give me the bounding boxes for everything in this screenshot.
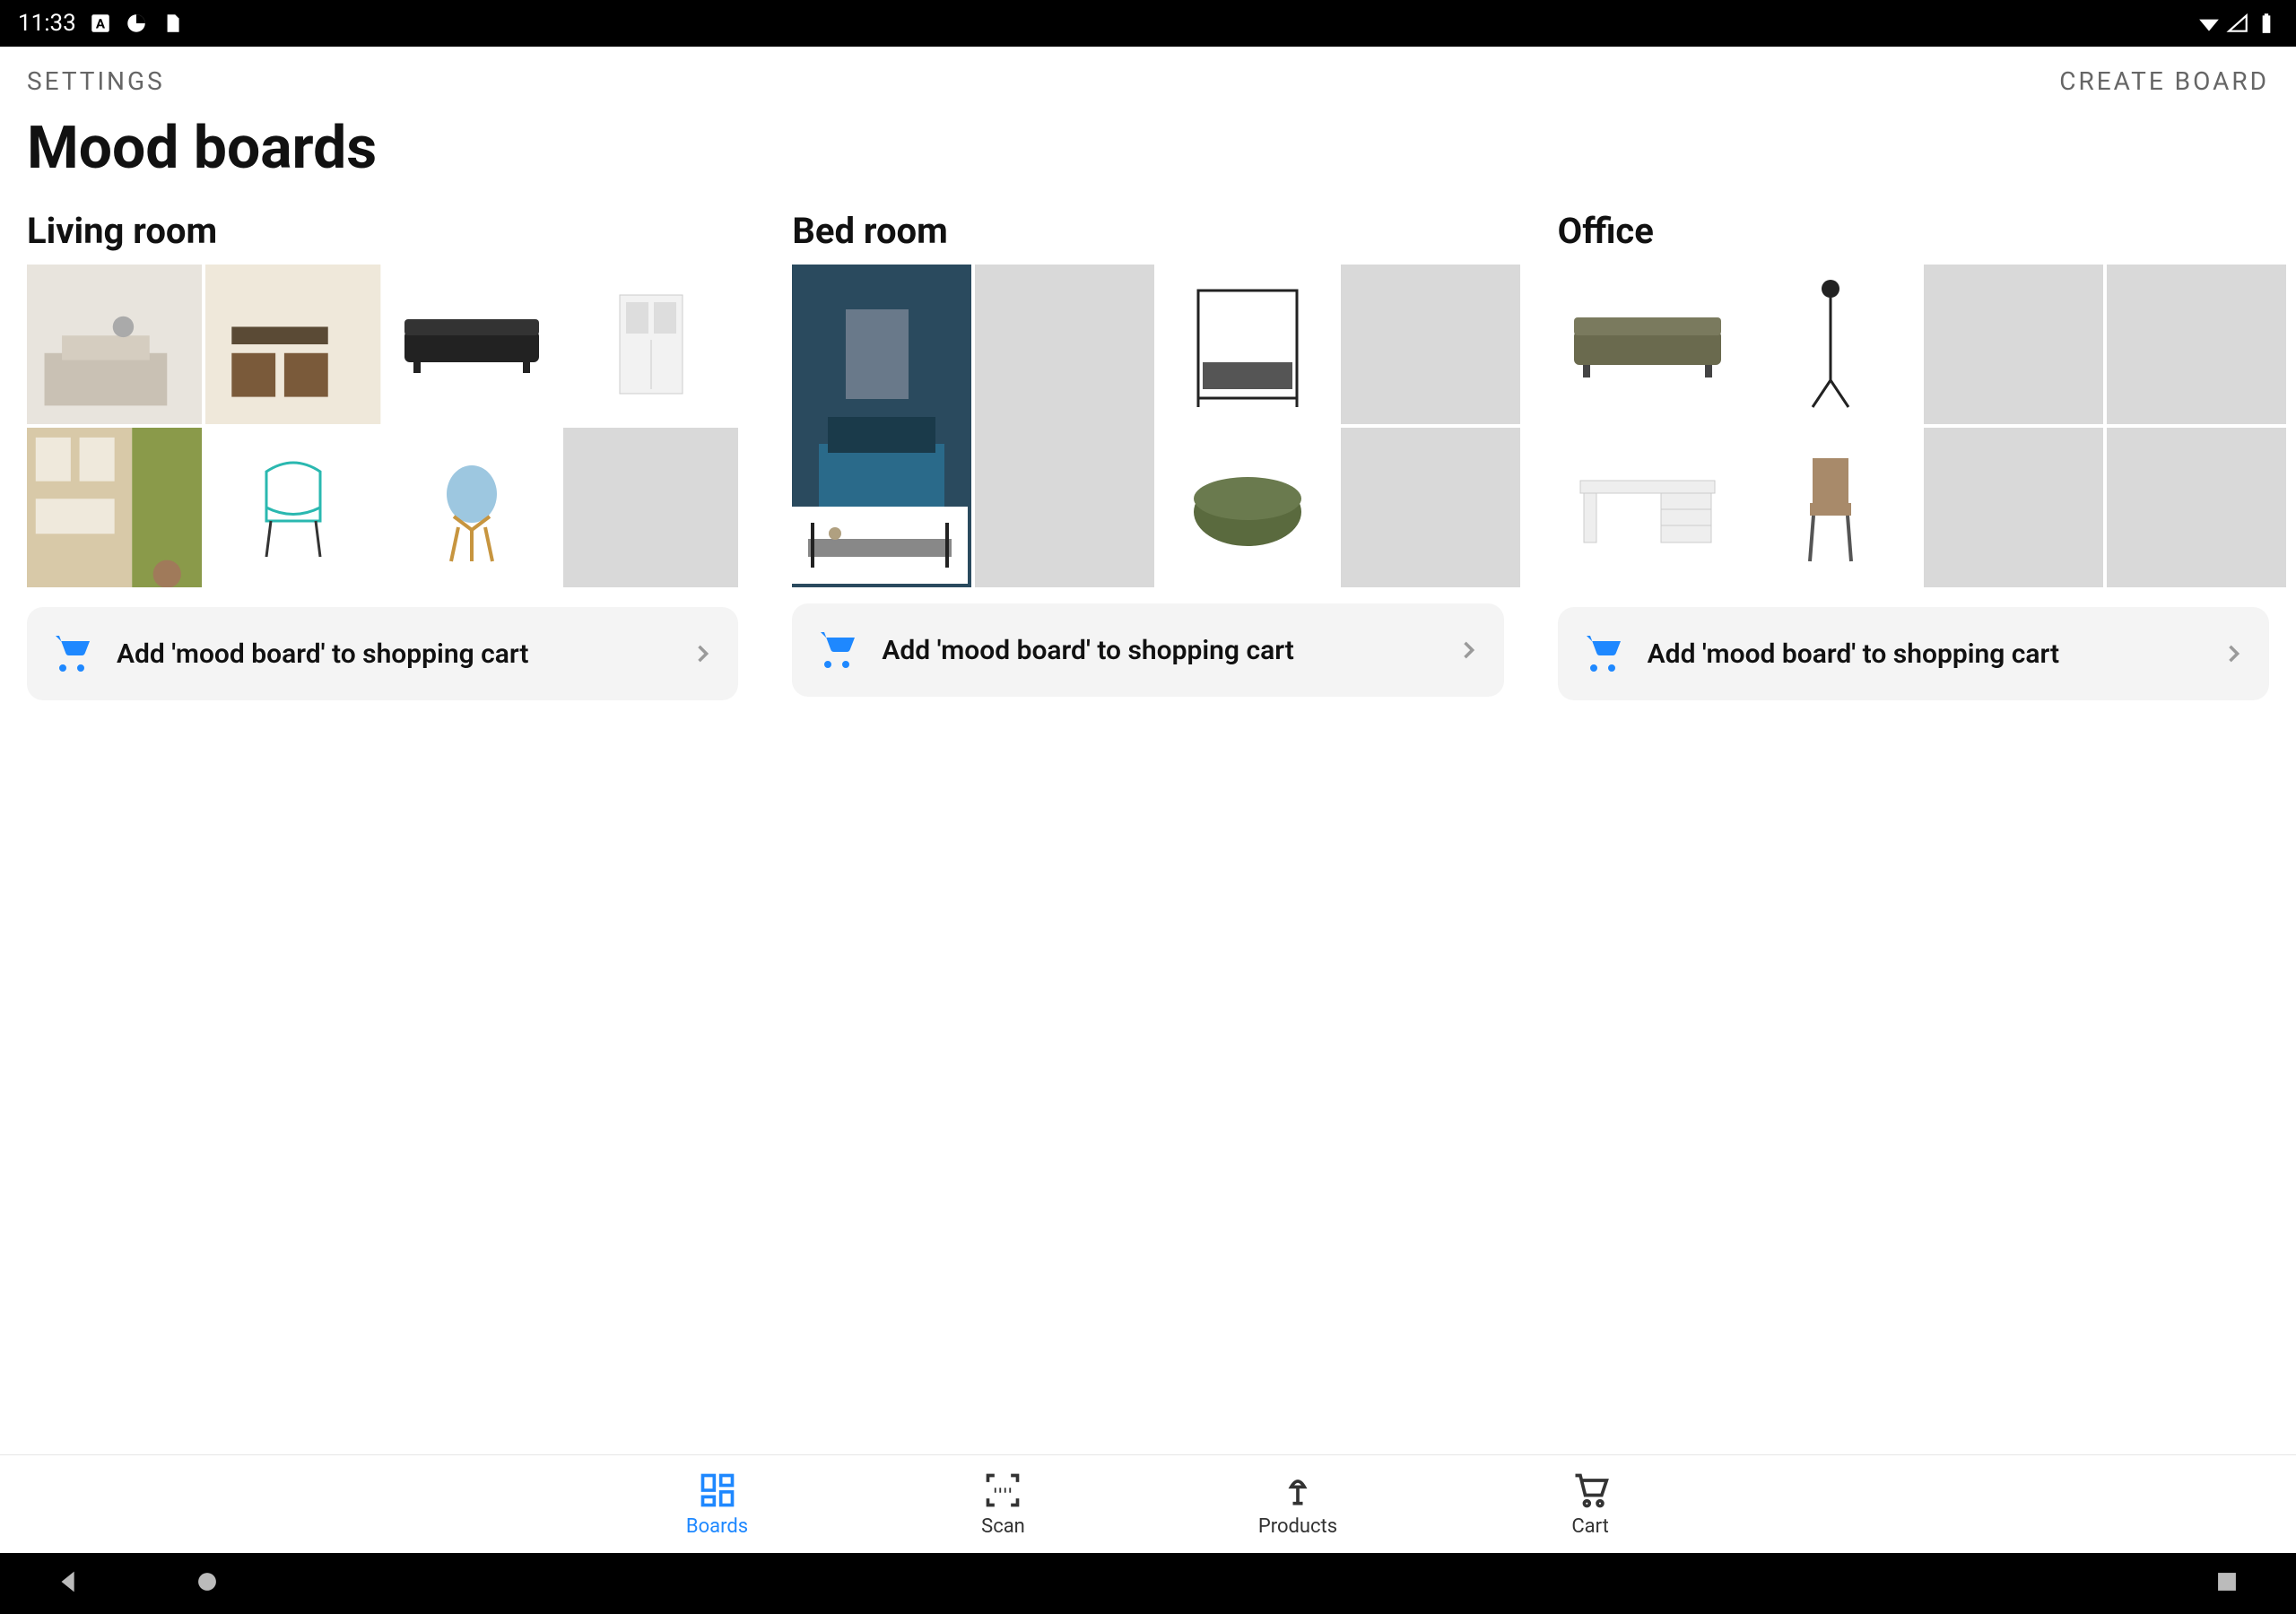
sd-card-icon [161,12,184,35]
cell-signal-icon [2226,12,2249,35]
home-button[interactable] [192,1566,222,1601]
tile-shelf-unit[interactable] [27,428,202,587]
tile-living-room-photo-1[interactable] [27,265,202,424]
board-title: Office [1558,210,2269,252]
tab-products[interactable]: Products [1258,1471,1337,1538]
tile-empty [975,265,1154,587]
cart-icon [50,632,93,675]
chevron-right-icon [690,641,715,666]
page-title: Mood boards [0,105,2296,210]
products-icon [1278,1471,1318,1510]
tile-ottoman-green[interactable] [1158,428,1337,587]
tile-chair-wood[interactable] [1741,428,1920,587]
tile-cabinet-white[interactable] [563,265,738,424]
tab-label: Scan [981,1515,1025,1538]
wifi-icon [2197,12,2221,35]
cart-icon [1570,1471,1610,1510]
tile-desk-white[interactable] [1558,428,1737,587]
add-to-cart-label: Add 'mood board' to shopping cart [117,638,666,670]
cart-icon [815,629,858,672]
header-row: SETTINGS CREATE BOARD [0,47,2296,105]
app-icon-a: A [89,12,112,35]
board-collage [1558,265,2269,587]
tile-chair-teal[interactable] [205,428,380,587]
status-bar: 11:33 A [0,0,2296,47]
add-to-cart-button[interactable]: Add 'mood board' to shopping cart [27,607,738,700]
board-office[interactable]: Office [1558,210,2269,700]
tile-empty [1924,428,2103,587]
tile-empty [1924,265,2103,424]
status-right [2197,12,2278,35]
cart-icon [1581,632,1624,675]
board-title: Living room [27,210,738,252]
tab-boards[interactable]: Boards [686,1471,748,1538]
board-title: Bed room [792,210,1503,252]
add-to-cart-label: Add 'mood board' to shopping cart [882,635,1431,666]
boards-row: Living room [0,210,2296,700]
add-to-cart-button[interactable]: Add 'mood board' to shopping cart [792,603,1503,697]
tile-sofa-olive[interactable] [1558,265,1737,424]
add-to-cart-button[interactable]: Add 'mood board' to shopping cart [1558,607,2269,700]
tile-daybed[interactable] [792,507,968,584]
bottom-tab-bar: Boards Scan Products Cart [0,1454,2296,1553]
tile-floor-lamp[interactable] [1741,265,1920,424]
status-left: 11:33 A [18,10,184,37]
tile-canopy-bed[interactable] [1158,265,1337,424]
tab-label: Cart [1571,1515,1608,1538]
board-living-room[interactable]: Living room [27,210,738,700]
back-button[interactable] [54,1566,84,1601]
android-nav-bar [0,1553,2296,1614]
recent-apps-button[interactable] [2212,1584,2242,1601]
add-to-cart-label: Add 'mood board' to shopping cart [1648,638,2197,670]
tile-empty [563,428,738,587]
tile-empty [2107,428,2286,587]
board-collage [27,265,738,587]
tab-label: Products [1258,1515,1337,1538]
tab-scan[interactable]: Scan [981,1471,1025,1538]
tile-empty [1341,428,1520,587]
chevron-right-icon [2221,641,2246,666]
scan-icon [983,1471,1022,1510]
app-icon-circle [125,12,148,35]
tile-empty [1341,265,1520,424]
settings-button[interactable]: SETTINGS [27,66,165,96]
tab-cart[interactable]: Cart [1570,1471,1610,1538]
boards-icon [698,1471,737,1510]
chevron-right-icon [1456,638,1481,663]
create-board-button[interactable]: CREATE BOARD [2059,66,2269,96]
tab-label: Boards [686,1515,748,1538]
board-bed-room[interactable]: Bed room [792,210,1503,700]
tile-empty [2107,265,2286,424]
tile-living-room-photo-2[interactable] [205,265,380,424]
battery-icon [2255,12,2278,35]
svg-text:A: A [96,15,106,31]
status-time: 11:33 [18,10,76,37]
tile-sofa-black[interactable] [385,265,560,424]
tile-chair-blue-legs[interactable] [385,428,560,587]
